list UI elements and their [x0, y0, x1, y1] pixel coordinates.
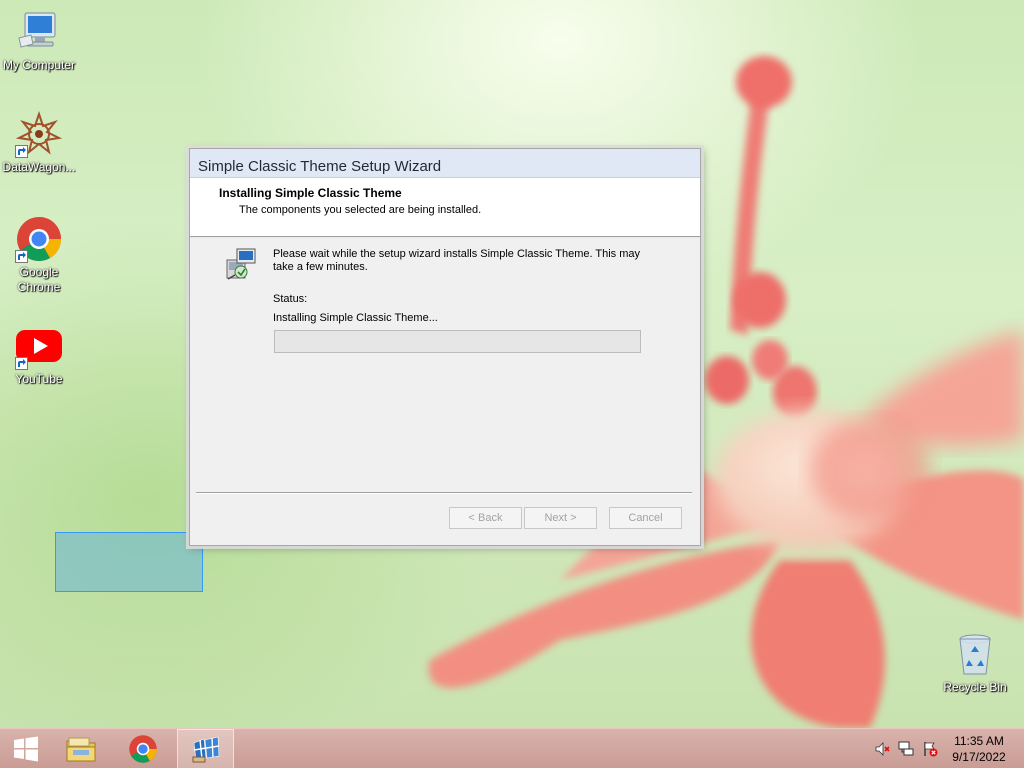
youtube-icon	[15, 322, 63, 370]
desktop-icon-recycle-bin[interactable]: Recycle Bin	[936, 630, 1014, 695]
taskbar: 11:35 AM 9/17/2022	[0, 728, 1024, 768]
shortcut-arrow-icon	[15, 145, 28, 158]
datawagon-icon	[15, 110, 63, 158]
clock-time: 11:35 AM	[954, 734, 1004, 748]
chrome-icon	[15, 215, 63, 263]
setup-wizard-icon	[192, 736, 219, 763]
clock-date: 9/17/2022	[952, 750, 1006, 764]
install-progress-bar	[274, 330, 641, 353]
start-button[interactable]	[0, 729, 52, 768]
desktop-icon-youtube[interactable]: YouTube	[0, 322, 78, 387]
window-title-bar[interactable]: Simple Classic Theme Setup Wizard	[190, 149, 700, 178]
start-icon	[14, 736, 38, 762]
taskbar-setup-wizard[interactable]	[177, 729, 234, 768]
setup-wizard-window[interactable]: Simple Classic Theme Setup Wizard Instal…	[189, 148, 701, 546]
action-center-icon[interactable]	[922, 741, 938, 757]
cancel-button[interactable]: Cancel	[609, 507, 682, 529]
shortcut-arrow-icon	[15, 357, 28, 370]
taskbar-clock[interactable]: 11:35 AM 9/17/2022	[944, 733, 1014, 765]
my-computer-icon	[15, 8, 63, 56]
chrome-icon	[129, 735, 157, 763]
desktop-icon-label: Google Chrome	[17, 265, 61, 294]
wizard-header: Installing Simple Classic Theme The comp…	[190, 178, 700, 237]
recycle-bin-icon	[951, 630, 999, 678]
wizard-body: Please wait while the setup wizard insta…	[190, 238, 700, 492]
desktop-icon-datawagon[interactable]: DataWagon...	[0, 110, 78, 175]
status-label: Status:	[273, 293, 308, 305]
wizard-message: Please wait while the setup wizard insta…	[273, 248, 641, 273]
desktop-icon-label: Recycle Bin	[943, 680, 1007, 694]
back-button[interactable]: < Back	[449, 507, 522, 529]
desktop-icon-my-computer[interactable]: My Computer	[0, 8, 78, 73]
volume-muted-icon[interactable]	[874, 741, 890, 757]
network-icon[interactable]	[898, 741, 914, 757]
wizard-header-title: Installing Simple Classic Theme	[219, 186, 402, 200]
next-button[interactable]: Next >	[524, 507, 597, 529]
desktop-icon-google-chrome[interactable]: Google Chrome	[0, 215, 78, 295]
taskbar-file-explorer[interactable]	[55, 729, 107, 768]
desktop-icon-label: YouTube	[15, 372, 63, 386]
setup-installer-icon	[223, 246, 259, 282]
wizard-header-subtitle: The components you selected are being in…	[239, 204, 482, 216]
taskbar-chrome[interactable]	[117, 729, 169, 768]
desktop-icon-label: My Computer	[2, 58, 76, 72]
shortcut-arrow-icon	[15, 250, 28, 263]
footer-divider	[196, 492, 692, 494]
desktop-icon-label: DataWagon...	[2, 160, 76, 174]
desktop-selection-rectangle	[55, 532, 203, 592]
file-explorer-icon	[66, 737, 96, 762]
window-title: Simple Classic Theme Setup Wizard	[198, 158, 442, 175]
wizard-footer: < Back Next > Cancel	[190, 492, 700, 545]
status-text: Installing Simple Classic Theme...	[273, 312, 438, 324]
